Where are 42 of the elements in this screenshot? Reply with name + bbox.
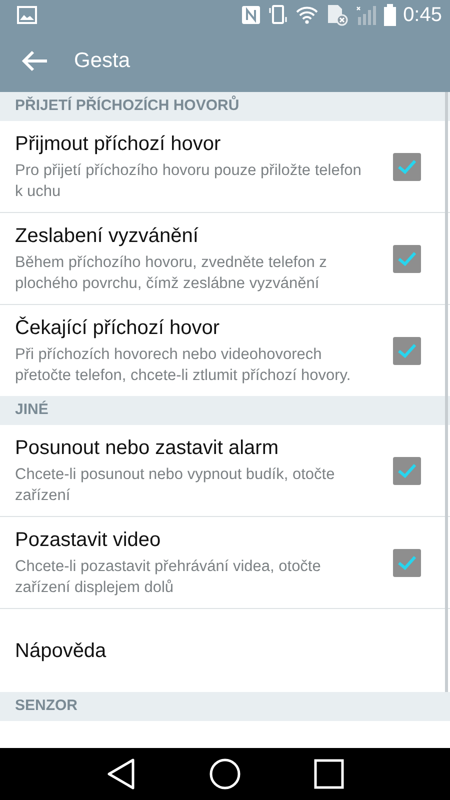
back-arrow-icon [21,50,49,72]
setting-title: Čekající příchozí hovor [15,316,221,341]
battery-icon [384,4,396,26]
setting-summary: Během příchozího hovoru, zvedněte telefon z plochého povrchu, čímž zeslábne vyzvánění [15,253,328,294]
checkmark-icon [397,158,417,174]
section-header: SENZOR [0,692,450,721]
checkbox[interactable] [393,456,421,484]
square-recents-icon [314,759,344,789]
checkmark-icon [397,250,417,266]
setting-title: Přijmout příchozí hovor [15,132,222,157]
section-header: JINÉ [0,396,450,425]
setting-summary: Pro přijetí příchozího hovoru pouze přiložte telefon k uchu [15,161,362,202]
checkmark-icon [397,342,417,358]
back-nav-button[interactable] [106,758,136,790]
triangle-back-icon [106,758,136,790]
no-sim-icon [326,4,348,26]
checkmark-icon [397,462,417,478]
setting-title: Zeslabení vyzvánění [15,224,200,249]
recents-button[interactable] [314,759,344,789]
checkbox[interactable] [393,336,421,364]
section-header: PŘIJETÍ PŘÍCHOZÍCH HOVORŮ [0,92,450,121]
screen-title: Gesta [74,48,130,74]
image-icon [17,6,37,24]
checkbox[interactable] [393,548,421,576]
wifi-icon [295,5,320,25]
settings-row[interactable]: Nápověda [0,609,450,692]
circle-home-icon [208,758,241,790]
setting-title: Posunout nebo zastavit alarm [15,436,280,461]
clock-time: 0:45 [403,3,442,28]
signal-icon [355,4,378,26]
setting-summary: Chcete-li pozastavit přehrávání videa, otočte zařízení displejem dolů [15,557,322,598]
setting-title: Nápověda [15,638,106,664]
setting-summary: Chcete-li posunout nebo vypnout budík, otočte zařízení [15,465,336,506]
setting-title: Pozastavit video [15,528,162,553]
vibrate-icon [268,4,288,26]
checkbox[interactable] [393,244,421,272]
nfc-icon [241,5,262,25]
checkmark-icon [397,554,417,570]
checkbox[interactable] [393,152,421,180]
home-button[interactable] [208,758,241,790]
settings-row[interactable]: Čekající příchozí hovor Při příchozích hovorech nebo videohovorech přetočte telefon, chcete-li ztlumit příchozí hovory. [0,305,450,396]
setting-summary: Při příchozích hovorech nebo videohovorech přetočte telefon, chcete-li ztlumit příchozí hovory. [15,345,352,386]
